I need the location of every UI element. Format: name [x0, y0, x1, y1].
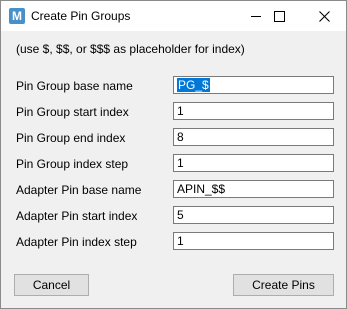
adapter-pin-index-step-label: Adapter Pin index step [16, 235, 137, 249]
pin-group-base-name-label: Pin Group base name [16, 79, 133, 93]
pin-group-start-index-field[interactable]: 1 [173, 102, 334, 120]
close-icon [318, 10, 330, 22]
create-pins-button[interactable]: Create Pins [233, 274, 334, 296]
close-button[interactable] [301, 1, 347, 31]
title-bar[interactable]: M Create Pin Groups [1, 1, 346, 31]
adapter-pin-base-name-label: Adapter Pin base name [16, 183, 142, 197]
create-pin-groups-dialog: M Create Pin Groups (use $, $$, or $$$ a… [0, 0, 347, 309]
placeholder-hint: (use $, $$, or $$$ as placeholder for in… [16, 42, 245, 56]
pin-group-index-step-label: Pin Group index step [16, 157, 129, 171]
adapter-pin-index-step-field[interactable]: 1 [173, 232, 334, 250]
cancel-button[interactable]: Cancel [14, 274, 89, 296]
selected-text: PG_$ [177, 78, 210, 92]
window-title: Create Pin Groups [31, 9, 131, 23]
pin-group-end-index-label: Pin Group end index [16, 131, 126, 145]
adapter-pin-start-index-label: Adapter Pin start index [16, 209, 138, 223]
pin-group-end-index-field[interactable]: 8 [173, 128, 334, 146]
pin-group-start-index-label: Pin Group start index [16, 105, 129, 119]
adapter-pin-base-name-field[interactable]: APIN_$$ [173, 180, 334, 198]
maximize-icon [273, 10, 285, 22]
pin-group-base-name-field[interactable]: PG_$ [173, 76, 334, 94]
maximize-button[interactable] [256, 1, 302, 31]
adapter-pin-start-index-field[interactable]: 5 [173, 206, 334, 224]
app-logo-icon: M [9, 8, 25, 24]
pin-group-index-step-field[interactable]: 1 [173, 154, 334, 172]
